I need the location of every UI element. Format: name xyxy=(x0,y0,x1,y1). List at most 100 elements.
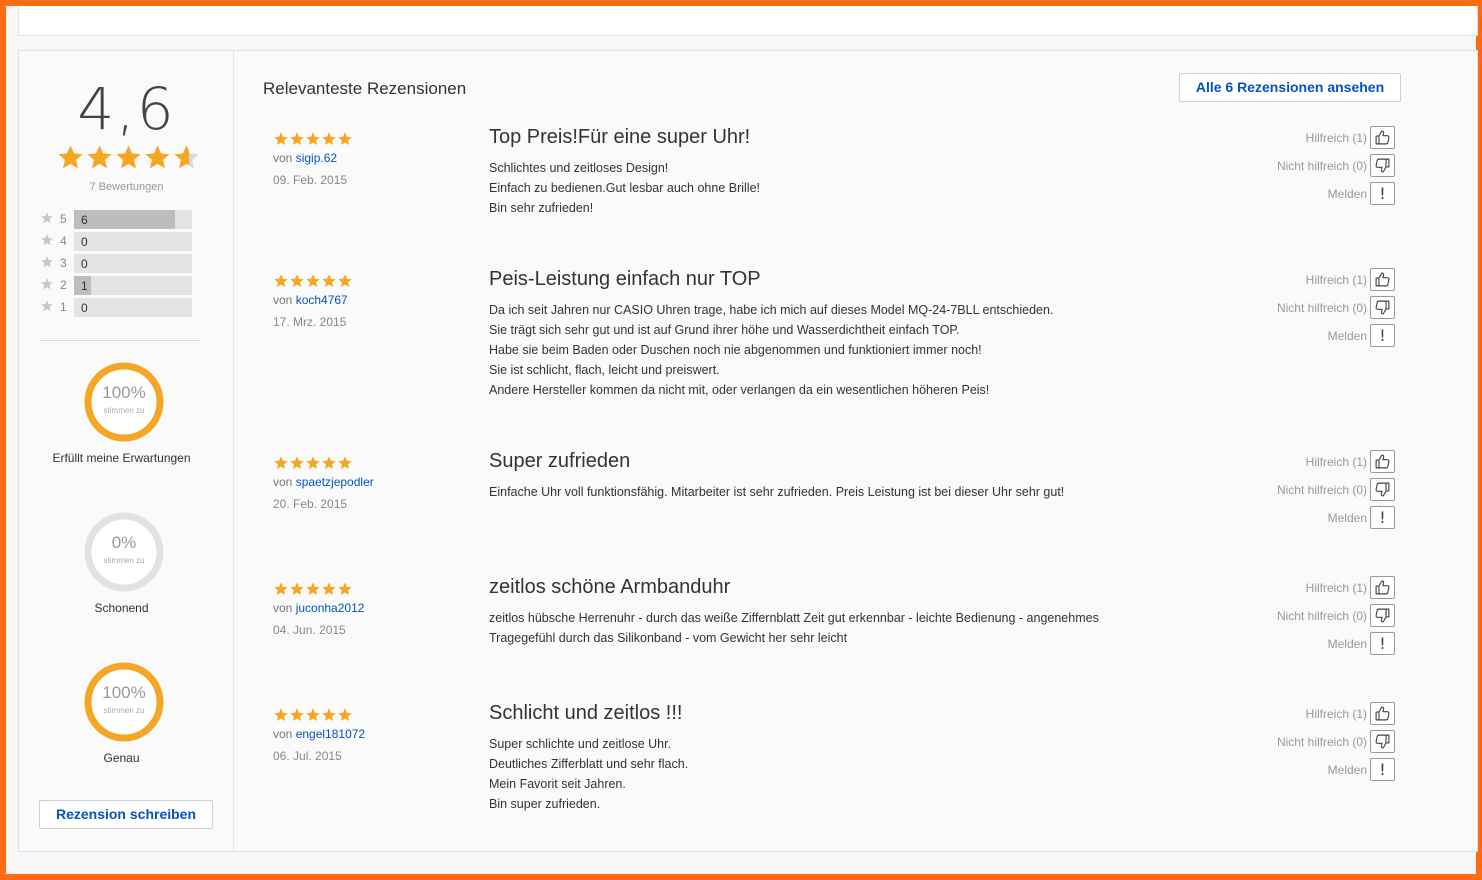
author-link[interactable]: engel181072 xyxy=(296,727,365,741)
gauge-caption: stimmen zu xyxy=(103,406,145,415)
star-icon xyxy=(274,456,288,469)
star-icon xyxy=(41,278,53,290)
distribution-count: 0 xyxy=(81,301,88,315)
rating-summary: 4,6 7 Bewertungen 5640302110 100% stimmen… xyxy=(19,51,234,851)
star-icon xyxy=(338,456,352,469)
report-label: Melden xyxy=(1327,763,1367,777)
report-button[interactable]: ! xyxy=(1370,506,1395,529)
review-stars xyxy=(273,273,353,287)
review-text: Super schlichte und zeitlose Uhr. Deutlic… xyxy=(489,734,688,814)
thumbs-up-icon xyxy=(1375,454,1390,469)
review-title: zeitlos schöne Armbanduhr xyxy=(489,576,731,598)
author-link[interactable]: juconha2012 xyxy=(296,601,365,615)
exclamation-icon: ! xyxy=(1379,759,1386,779)
distribution-count: 6 xyxy=(81,213,88,227)
section-title: Relevanteste Rezensionen xyxy=(263,79,467,98)
author-prefix: von xyxy=(273,151,296,165)
helpful-button[interactable] xyxy=(1370,450,1395,473)
report-button[interactable]: ! xyxy=(1370,182,1395,205)
gauge-percent: 100% xyxy=(102,383,146,402)
exclamation-icon: ! xyxy=(1379,183,1386,203)
reviews-panel: 4,6 7 Bewertungen 5640302110 100% stimmen… xyxy=(18,50,1478,852)
review-text-line: Deutliches Zifferblatt und sehr flach. xyxy=(489,757,689,771)
review-text-line: Super schlichte und zeitlose Uhr. xyxy=(489,737,672,751)
helpful-label: Hilfreich (1) xyxy=(1305,131,1367,145)
star-icon xyxy=(274,132,288,145)
review-text-line: Habe sie beim Baden oder Duschen noch ni… xyxy=(489,343,982,357)
thumbs-up-icon xyxy=(1375,272,1390,287)
review-text-line: Einfach zu bedienen.Gut lesbar auch ohne… xyxy=(489,181,761,195)
aspect-label: Schonend xyxy=(94,601,149,615)
not-helpful-button[interactable] xyxy=(1370,730,1395,753)
star-icon xyxy=(338,708,352,721)
review-text: Einfache Uhr voll funktionsfähig. Mitarb… xyxy=(489,482,1064,502)
star-icon xyxy=(145,145,170,169)
gauge-percent: 100% xyxy=(102,683,146,702)
not-helpful-button[interactable] xyxy=(1370,478,1395,501)
distribution-bar: 0 xyxy=(74,254,192,273)
review-text-line: Sie ist schlicht, flach, leicht und prei… xyxy=(489,363,720,377)
star-icon xyxy=(306,274,320,287)
helpful-button[interactable] xyxy=(1370,126,1395,149)
star-level: 1 xyxy=(60,300,67,314)
star-icon xyxy=(322,274,336,287)
top-section-edge xyxy=(18,6,1478,36)
review-title: Top Preis!Für eine super Uhr! xyxy=(489,126,751,148)
review-date: 09. Feb. 2015 xyxy=(273,173,348,187)
star-icon xyxy=(290,274,304,287)
gauge-percent: 0% xyxy=(111,533,137,552)
helpful-button[interactable] xyxy=(1370,702,1395,725)
helpful-button[interactable] xyxy=(1370,576,1395,599)
review-author-line: von juconha2012 xyxy=(273,601,364,615)
not-helpful-label: Nicht hilfreich (0) xyxy=(1276,301,1367,315)
report-label: Melden xyxy=(1327,511,1367,525)
star-icon xyxy=(322,456,336,469)
gauge-caption: stimmen zu xyxy=(103,556,145,565)
helpful-label: Hilfreich (1) xyxy=(1305,455,1367,469)
write-review-button[interactable]: Rezension schreiben xyxy=(39,800,213,829)
exclamation-icon: ! xyxy=(1379,507,1386,527)
aspect-label: Genau xyxy=(103,751,140,765)
not-helpful-button[interactable] xyxy=(1370,296,1395,319)
author-link[interactable]: sigip.62 xyxy=(296,151,337,165)
average-rating: 4,6 xyxy=(77,75,176,143)
all-reviews-button[interactable]: Alle 6 Rezensionen ansehen xyxy=(1179,73,1401,102)
star-icon xyxy=(306,132,320,145)
distribution-bar: 0 xyxy=(74,298,192,317)
review-text: Schlichtes und zeitloses Design! Einfach … xyxy=(489,158,760,218)
star-icon xyxy=(338,582,352,595)
gauge-caption: stimmen zu xyxy=(103,706,145,715)
star-icon xyxy=(306,456,320,469)
page-frame: 4,6 7 Bewertungen 5640302110 100% stimmen… xyxy=(6,6,1478,874)
report-button[interactable]: ! xyxy=(1370,758,1395,781)
star-level: 4 xyxy=(60,234,67,248)
rating-count: 7 Bewertungen xyxy=(89,181,164,193)
review-author-line: von sigip.62 xyxy=(273,151,337,165)
review-date: 17. Mrz. 2015 xyxy=(273,315,347,329)
report-button[interactable]: ! xyxy=(1370,324,1395,347)
not-helpful-button[interactable] xyxy=(1370,604,1395,627)
review-stars xyxy=(273,707,353,721)
star-icon xyxy=(174,145,199,169)
thumbs-down-icon xyxy=(1375,158,1390,173)
aspect-gauge: 100% stimmen zu xyxy=(83,661,165,743)
not-helpful-label: Nicht hilfreich (0) xyxy=(1276,159,1367,173)
author-link[interactable]: spaetzjepodler xyxy=(296,475,374,489)
author-prefix: von xyxy=(273,293,296,307)
aspect-label: Erfüllt meine Erwartungen xyxy=(52,451,191,465)
helpful-label: Hilfreich (1) xyxy=(1305,707,1367,721)
review-stars xyxy=(273,581,353,595)
helpful-label: Hilfreich (1) xyxy=(1305,273,1367,287)
review-text-line: Da ich seit Jahren nur CASIO Uhren trage… xyxy=(489,303,1054,317)
helpful-button[interactable] xyxy=(1370,268,1395,291)
aspect-gauge: 100% stimmen zu xyxy=(83,361,165,443)
review-author-line: von koch4767 xyxy=(273,293,348,307)
star-icon xyxy=(58,145,83,169)
not-helpful-label: Nicht hilfreich (0) xyxy=(1276,735,1367,749)
report-button[interactable]: ! xyxy=(1370,632,1395,655)
not-helpful-button[interactable] xyxy=(1370,154,1395,177)
author-link[interactable]: koch4767 xyxy=(296,293,348,307)
star-icon xyxy=(306,708,320,721)
thumbs-up-icon xyxy=(1375,706,1390,721)
star-icon xyxy=(338,132,352,145)
